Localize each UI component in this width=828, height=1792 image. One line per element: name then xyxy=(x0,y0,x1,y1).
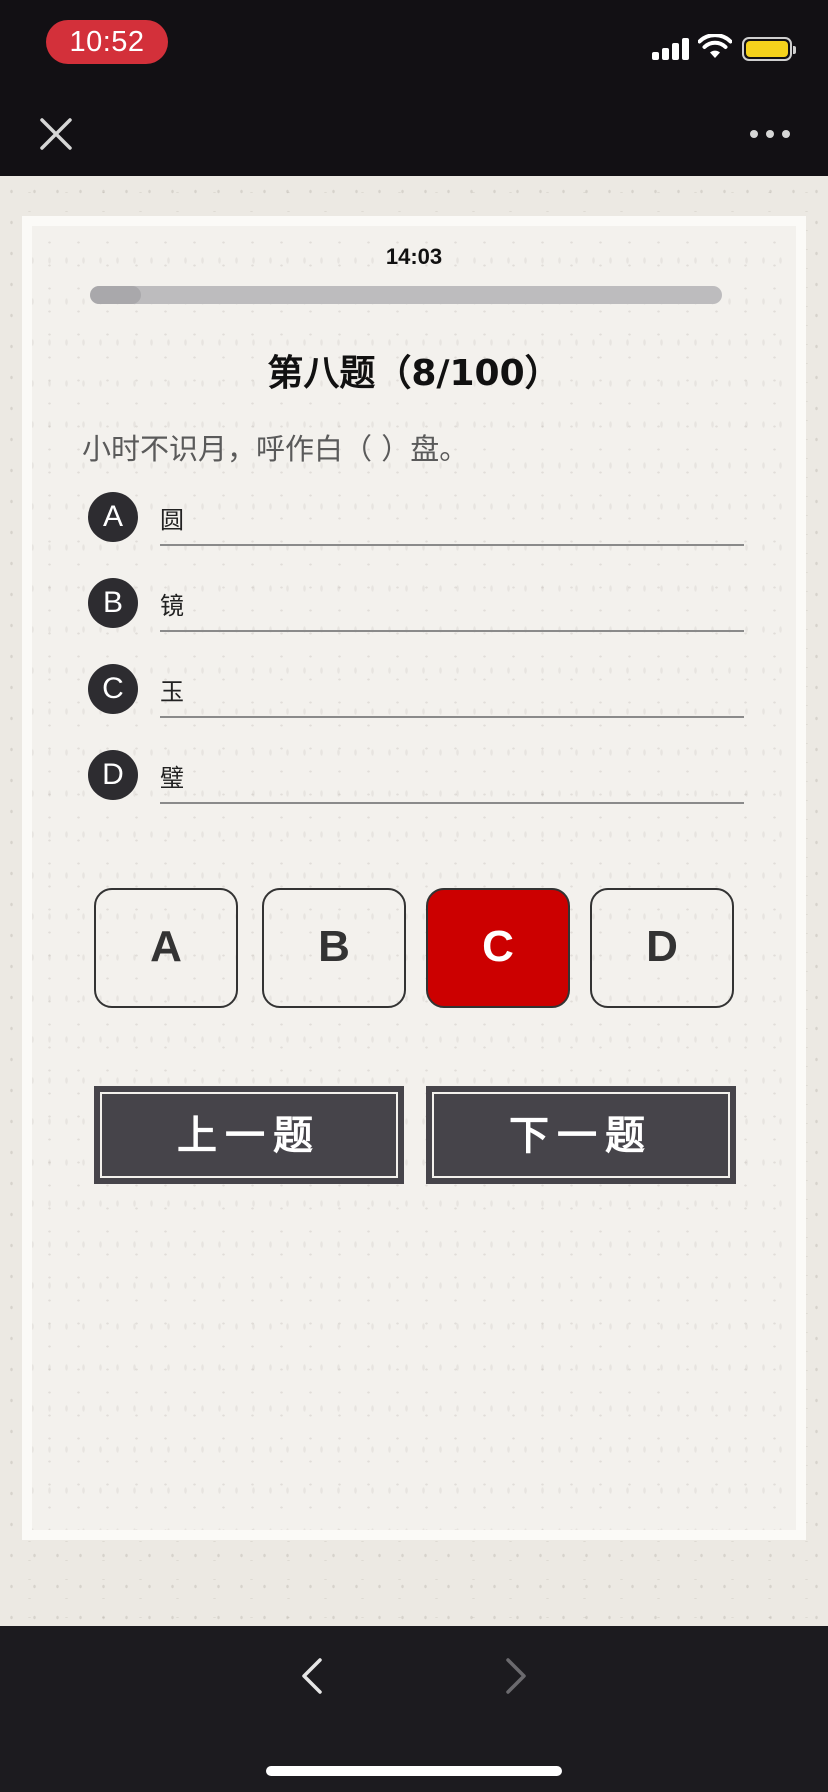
option-b-badge: B xyxy=(88,578,138,628)
option-d-text: 璧 xyxy=(160,764,184,792)
option-divider xyxy=(160,716,744,718)
quiz-page: 14:03 第八题（8/100） 小时不识月，呼作白（ ）盘。 A 圆 B 镜 … xyxy=(0,176,828,1626)
option-a-badge: A xyxy=(88,492,138,542)
answer-button-b[interactable]: B xyxy=(262,888,406,1008)
option-a[interactable]: A 圆 xyxy=(88,488,748,548)
answer-button-a[interactable]: A xyxy=(94,888,238,1008)
progress-fill xyxy=(90,286,141,304)
option-divider xyxy=(160,544,744,546)
question-title: 第八题（8/100） xyxy=(267,353,561,394)
chevron-right-icon[interactable] xyxy=(498,1656,534,1696)
cellular-signal-icon xyxy=(652,36,692,60)
option-divider xyxy=(160,630,744,632)
next-question-label: 下一题 xyxy=(432,1092,730,1178)
countdown-timer: 14:03 xyxy=(385,244,443,269)
browser-toolbar xyxy=(0,1626,828,1792)
status-time: 10:52 xyxy=(46,20,168,64)
chevron-left-icon[interactable] xyxy=(294,1656,330,1696)
option-c-text: 玉 xyxy=(160,678,184,706)
previous-question-button[interactable]: 上一题 xyxy=(94,1086,404,1184)
home-indicator xyxy=(266,1766,562,1776)
option-c[interactable]: C 玉 xyxy=(88,660,748,720)
answer-button-d[interactable]: D xyxy=(590,888,734,1008)
option-b-text: 镜 xyxy=(160,592,184,620)
quiz-card: 14:03 第八题（8/100） 小时不识月，呼作白（ ）盘。 A 圆 B 镜 … xyxy=(22,216,806,1540)
progress-bar xyxy=(90,286,722,304)
close-icon[interactable] xyxy=(36,114,76,154)
question-text: 小时不识月，呼作白（ ）盘。 xyxy=(82,432,469,466)
option-d[interactable]: D 璧 xyxy=(88,746,748,806)
option-b[interactable]: B 镜 xyxy=(88,574,748,634)
nav-bar xyxy=(0,88,828,176)
wifi-icon xyxy=(698,34,732,58)
option-c-badge: C xyxy=(88,664,138,714)
next-question-button[interactable]: 下一题 xyxy=(426,1086,736,1184)
answer-button-c[interactable]: C xyxy=(426,888,570,1008)
status-bar: 10:52 xyxy=(0,0,828,88)
more-icon[interactable] xyxy=(750,130,792,140)
battery-icon xyxy=(742,37,796,61)
option-a-text: 圆 xyxy=(160,506,184,534)
option-divider xyxy=(160,802,744,804)
previous-question-label: 上一题 xyxy=(100,1092,398,1178)
option-d-badge: D xyxy=(88,750,138,800)
